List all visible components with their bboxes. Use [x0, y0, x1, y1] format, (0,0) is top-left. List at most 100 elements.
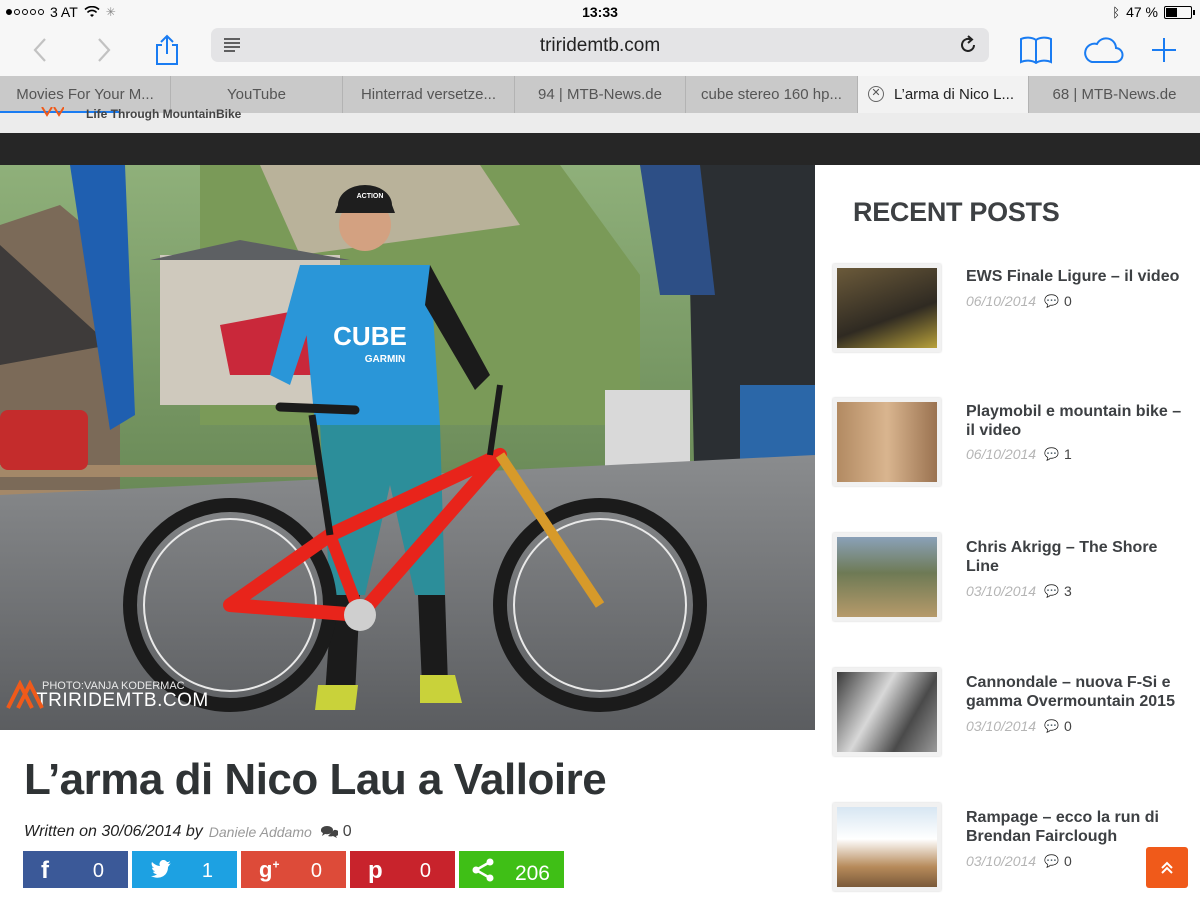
post-comments[interactable]: 💬 1: [1044, 446, 1072, 462]
hero-photo: CUBE GARMIN ACTION: [0, 165, 815, 730]
site-tagline: Life Through MountainBike: [86, 107, 242, 121]
tab-label: cube stereo 160 hp...: [701, 86, 842, 103]
comment-count: 0: [342, 823, 352, 840]
post-comment-count: 3: [1064, 583, 1072, 599]
post-title-link[interactable]: EWS Finale Ligure – il video: [966, 267, 1188, 286]
pinterest-count: 0: [419, 860, 431, 882]
back-to-top-button[interactable]: [1146, 847, 1188, 888]
post-comments[interactable]: 💬 0: [1044, 718, 1072, 734]
recent-post-item[interactable]: Playmobil e mountain bike – il video 06/…: [833, 398, 1193, 498]
icloud-tabs-button[interactable]: [1082, 32, 1124, 68]
comments-icon: 💬: [1044, 584, 1060, 598]
written-on: Written on 30/06/2014 by: [24, 823, 203, 840]
post-comment-count: 0: [1064, 293, 1072, 309]
chevron-left-icon: [33, 38, 46, 62]
twitter-share-button[interactable]: 1: [132, 851, 237, 888]
comments-icon: 💬: [1044, 294, 1060, 308]
facebook-share-button[interactable]: f 0: [23, 851, 128, 888]
post-title-link[interactable]: Rampage – ecco la run di Brendan Fairclo…: [966, 808, 1188, 846]
post-comments[interactable]: 💬 3: [1044, 583, 1072, 599]
post-date: 03/10/2014: [966, 718, 1037, 734]
share-icon: [156, 34, 178, 65]
post-comments[interactable]: 💬 0: [1044, 293, 1072, 309]
cap-text: ACTION: [357, 193, 384, 200]
recent-post-item[interactable]: Rampage – ecco la run di Brendan Fairclo…: [833, 803, 1193, 903]
close-tab-icon[interactable]: ✕: [868, 86, 884, 102]
back-button[interactable]: [22, 32, 58, 68]
post-comment-count: 0: [1064, 718, 1072, 734]
tab-7[interactable]: 68 | MTB-News.de: [1029, 76, 1200, 113]
status-bar: 3 AT ✳ 13:33 ᛒ 47 %: [0, 0, 1200, 24]
tab-label: 94 | MTB-News.de: [538, 86, 662, 103]
forward-button[interactable]: [86, 32, 122, 68]
post-meta: 06/10/2014 💬 0: [966, 293, 1072, 309]
post-comment-count: 1: [1064, 446, 1072, 462]
post-date: 06/10/2014: [966, 446, 1037, 462]
total-shares-count: 206: [514, 862, 550, 885]
triride-logo-icon: [6, 680, 44, 709]
reload-icon[interactable]: [957, 34, 979, 56]
tab-5[interactable]: cube stereo 160 hp...: [686, 76, 858, 113]
site-header: Life Through MountainBike: [0, 107, 1200, 165]
cloud-icon: [1084, 37, 1124, 63]
post-date: 06/10/2014: [966, 293, 1037, 309]
post-meta: 06/10/2014 💬 1: [966, 446, 1072, 462]
book-icon: [1020, 36, 1052, 64]
tab-label: 68 | MTB-News.de: [1052, 86, 1177, 103]
tab-4[interactable]: 94 | MTB-News.de: [515, 76, 686, 113]
post-thumbnail[interactable]: [833, 398, 941, 486]
tab-label: YouTube: [227, 86, 286, 103]
post-thumbnail[interactable]: [833, 264, 941, 352]
post-thumbnail[interactable]: [833, 668, 941, 756]
tab-3[interactable]: Hinterrad versetze...: [343, 76, 515, 113]
comment-count-link[interactable]: 0: [320, 823, 352, 841]
tab-label: Hinterrad versetze...: [360, 86, 497, 103]
double-chevron-up-icon: [1161, 861, 1173, 874]
post-title-link[interactable]: Chris Akrigg – The Shore Line: [966, 538, 1188, 576]
post-meta: 03/10/2014 💬 0: [966, 853, 1072, 869]
chevron-right-icon: [98, 38, 111, 62]
post-date: 03/10/2014: [966, 583, 1037, 599]
google-plus-icon: g+: [259, 857, 280, 882]
clock: 13:33: [582, 4, 618, 20]
author-link[interactable]: Daniele Addamo: [209, 824, 312, 840]
share-nodes-icon: [472, 858, 494, 882]
pinterest-icon: p: [368, 857, 383, 884]
photo-credit: PHOTO:VANJA KODERMAC: [42, 680, 185, 692]
recent-posts-heading: RECENT POSTS: [853, 197, 1060, 227]
logo-icon[interactable]: [40, 107, 64, 117]
address-bar[interactable]: triridemtb.com: [211, 28, 989, 62]
pinterest-share-button[interactable]: p 0: [350, 851, 455, 888]
recent-post-item[interactable]: EWS Finale Ligure – il video 06/10/2014 …: [833, 264, 1193, 364]
post-meta: 03/10/2014 💬 3: [966, 583, 1072, 599]
bluetooth-icon: ᛒ: [1112, 4, 1121, 20]
jersey-sponsor: GARMIN: [365, 354, 406, 365]
post-title-link[interactable]: Cannondale – nuova F-Si e gamma Overmoun…: [966, 673, 1188, 711]
post-thumbnail[interactable]: [833, 803, 941, 891]
sidebar: RECENT POSTS EWS Finale Ligure – il vide…: [815, 165, 1200, 900]
post-comments[interactable]: 💬 0: [1044, 853, 1072, 869]
plus-icon: [1152, 38, 1176, 62]
battery-icon: [1164, 5, 1195, 19]
browser-toolbar: triridemtb.com: [0, 24, 1200, 76]
article-byline: Written on 30/06/2014 by Daniele Addamo …: [24, 823, 352, 841]
recent-post-item[interactable]: Chris Akrigg – The Shore Line 03/10/2014…: [833, 533, 1193, 633]
post-title-link[interactable]: Playmobil e mountain bike – il video: [966, 402, 1188, 440]
jersey-text: CUBE: [333, 321, 407, 351]
tab-6-active[interactable]: ✕ L’arma di Nico L...: [858, 76, 1029, 113]
googleplus-share-button[interactable]: g+ 0: [241, 851, 346, 888]
new-tab-button[interactable]: [1146, 32, 1182, 68]
url-text: triridemtb.com: [539, 35, 661, 56]
photo-watermark: PHOTO:VANJA KODERMAC TRIRIDEMTB.COM: [6, 680, 209, 712]
recent-post-item[interactable]: Cannondale – nuova F-Si e gamma Overmoun…: [833, 668, 1193, 768]
post-thumbnail[interactable]: [833, 533, 941, 621]
post-comment-count: 0: [1064, 853, 1072, 869]
comments-icon: 💬: [1044, 854, 1060, 868]
article-hero-image[interactable]: CUBE GARMIN ACTION PHOTO:VANJA KODERMAC …: [0, 165, 815, 730]
twitter-icon: [151, 860, 171, 878]
bookmarks-button[interactable]: [1018, 32, 1054, 68]
googleplus-count: 0: [310, 860, 322, 882]
watermark-brand: TRIRIDEMTB.COM: [36, 690, 209, 711]
share-button[interactable]: [149, 32, 185, 68]
total-shares-button[interactable]: 206: [459, 851, 564, 888]
